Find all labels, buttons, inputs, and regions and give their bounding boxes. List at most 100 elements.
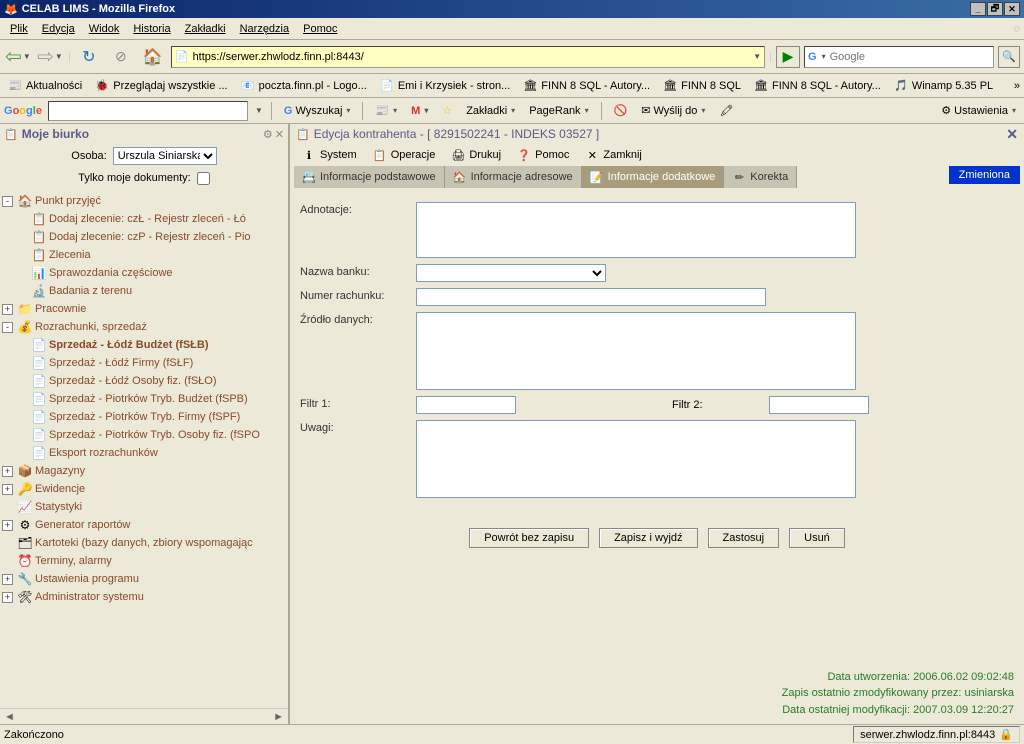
minimize-button[interactable]: _: [970, 2, 986, 16]
bookmark-item[interactable]: 📰Aktualności: [4, 76, 85, 96]
content-menu-item[interactable]: ✕Zamknij: [579, 146, 648, 164]
close-button[interactable]: ✕: [1004, 2, 1020, 16]
tree-toggle-icon[interactable]: +: [2, 592, 13, 603]
adnotacje-textarea[interactable]: [416, 202, 856, 258]
bookmark-item[interactable]: 🎵Winamp 5.35 PL: [890, 76, 996, 96]
tree-node[interactable]: +🔧Ustawienia programu: [2, 570, 286, 588]
bookmark-item[interactable]: 🐞Przeglądaj wszystkie ...: [91, 76, 230, 96]
url-bar[interactable]: 📄 ▼: [171, 46, 765, 68]
usun-button[interactable]: Usuń: [789, 528, 845, 548]
g-mail-icon[interactable]: M▾: [407, 103, 432, 119]
menu-zakladki[interactable]: Zakładki: [179, 21, 232, 37]
tree-node[interactable]: 📋Dodaj zlecenie: czŁ - Rejestr zleceń - …: [2, 210, 286, 228]
g-news-icon[interactable]: 📰▾: [371, 102, 401, 119]
tree-node[interactable]: 📋Zlecenia: [2, 246, 286, 264]
menu-historia[interactable]: Historia: [127, 21, 176, 37]
tree-node[interactable]: 📄Sprzedaż - Łódź Budżet (fSŁB): [2, 336, 286, 354]
tab-korekta[interactable]: ✏Korekta: [724, 166, 797, 188]
bookmark-item[interactable]: 🏛FINN 8 SQL - Autory...: [519, 76, 653, 96]
tree-node[interactable]: +🔑Ewidencje: [2, 480, 286, 498]
tree-node[interactable]: +📦Magazyny: [2, 462, 286, 480]
tree-toggle-icon[interactable]: +: [2, 520, 13, 531]
g-star-icon[interactable]: ☆: [438, 102, 456, 119]
home-button[interactable]: 🏠: [139, 43, 167, 71]
forward-button[interactable]: ⇨▼: [36, 43, 64, 71]
tree-scroll[interactable]: ◄►: [0, 708, 288, 724]
search-box[interactable]: G▾: [804, 46, 994, 68]
url-input[interactable]: [193, 51, 749, 63]
menu-plik[interactable]: Plik: [4, 21, 34, 37]
g-block-icon[interactable]: 🚫: [610, 102, 632, 119]
filtr1-input[interactable]: [416, 396, 516, 414]
tree-node[interactable]: 📄Sprzedaż - Piotrków Tryb. Osoby fiz. (f…: [2, 426, 286, 444]
content-menu-item[interactable]: ℹSystem: [296, 146, 363, 164]
tree-node[interactable]: 📄Eksport rozrachunków: [2, 444, 286, 462]
tree-node[interactable]: 📊Sprawozdania częściowe: [2, 264, 286, 282]
g-wyszukaj[interactable]: GWyszukaj▾: [280, 103, 355, 119]
menu-edycja[interactable]: Edycja: [36, 21, 81, 37]
g-zakladki[interactable]: Zakładki▾: [462, 103, 519, 119]
tab-podstawowe[interactable]: 📇Informacje podstawowe: [294, 166, 445, 188]
tree-toggle-icon[interactable]: -: [2, 322, 13, 333]
tree-node[interactable]: 📈Statystyki: [2, 498, 286, 516]
search-engine-icon[interactable]: G: [808, 51, 817, 63]
search-input[interactable]: [830, 51, 990, 63]
powrot-button[interactable]: Powrót bez zapisu: [469, 528, 589, 548]
sidebar-close-icon[interactable]: ✕: [275, 128, 284, 141]
tree-node[interactable]: 📄Sprzedaż - Piotrków Tryb. Firmy (fSPF): [2, 408, 286, 426]
tree-toggle-icon[interactable]: +: [2, 466, 13, 477]
uwagi-textarea[interactable]: [416, 420, 856, 498]
google-search-input[interactable]: [48, 101, 248, 121]
tree-toggle-icon[interactable]: +: [2, 574, 13, 585]
tree-node[interactable]: 📄Sprzedaż - Piotrków Tryb. Budżet (fSPB): [2, 390, 286, 408]
restore-button[interactable]: 🗗: [987, 2, 1003, 16]
content-menu-item[interactable]: 🖨Drukuj: [445, 146, 507, 164]
tree-node[interactable]: +⚙Generator raportów: [2, 516, 286, 534]
tree-toggle-icon[interactable]: +: [2, 484, 13, 495]
tree-toggle-icon[interactable]: -: [2, 196, 13, 207]
numer-input[interactable]: [416, 288, 766, 306]
tree-node[interactable]: 📄Sprzedaż - Łódź Osoby fiz. (fSŁO): [2, 372, 286, 390]
tree-node[interactable]: +📁Pracownie: [2, 300, 286, 318]
stop-button[interactable]: ⊘: [107, 43, 135, 71]
bookmark-item[interactable]: 📄Emi i Krzysiek - stron...: [376, 76, 513, 96]
zrodlo-textarea[interactable]: [416, 312, 856, 390]
tab-dodatkowe[interactable]: 📝Informacje dodatkowe: [582, 166, 725, 188]
bm-overflow[interactable]: »: [1014, 80, 1020, 92]
osoba-select[interactable]: Urszula Siniarska: [113, 147, 217, 165]
g-highlight-icon[interactable]: 🖍: [715, 102, 737, 119]
tree-node[interactable]: -💰Rozrachunki, sprzedaż: [2, 318, 286, 336]
content-menu-item[interactable]: ❓Pomoc: [511, 146, 575, 164]
reload-button[interactable]: ↻: [75, 43, 103, 71]
content-menu-item[interactable]: 📋Operacje: [367, 146, 442, 164]
tree-node[interactable]: 🔬Badania z terenu: [2, 282, 286, 300]
tree-node[interactable]: 📄Sprzedaż - Łódź Firmy (fSŁF): [2, 354, 286, 372]
zastosuj-button[interactable]: Zastosuj: [708, 528, 780, 548]
tylko-moje-checkbox[interactable]: [197, 172, 210, 185]
bookmark-item[interactable]: 🏛FINN 8 SQL - Autory...: [750, 76, 884, 96]
url-dropdown-icon[interactable]: ▼: [753, 52, 761, 61]
tree-node[interactable]: ⏰Terminy, alarmy: [2, 552, 286, 570]
g-pagerank[interactable]: PageRank▾: [525, 103, 592, 119]
menu-widok[interactable]: Widok: [83, 21, 126, 37]
menu-narzedzia[interactable]: Narzędzia: [234, 21, 296, 37]
zapisz-button[interactable]: Zapisz i wyjdź: [599, 528, 697, 548]
tree-node[interactable]: -🏠Punkt przyjęć: [2, 192, 286, 210]
search-button[interactable]: 🔍: [998, 46, 1020, 68]
bookmark-item[interactable]: 📧poczta.finn.pl - Logo...: [237, 76, 370, 96]
menu-pomoc[interactable]: Pomoc: [297, 21, 343, 37]
go-button[interactable]: ▶: [776, 46, 800, 68]
back-button[interactable]: ⇦▼: [4, 43, 32, 71]
tree-toggle-icon[interactable]: +: [2, 304, 13, 315]
tab-adresowe[interactable]: 🏠Informacje adresowe: [445, 166, 582, 188]
tree-node[interactable]: 🗂Kartoteki (bazy danych, zbiory wspomaga…: [2, 534, 286, 552]
g-ustawienia[interactable]: ⚙Ustawienia▾: [937, 102, 1020, 119]
bookmark-item[interactable]: 🏛FINN 8 SQL: [659, 76, 744, 96]
sidebar-tool-icon[interactable]: ⚙: [263, 128, 273, 141]
tree-node[interactable]: 📋Dodaj zlecenie: czP - Rejestr zleceń - …: [2, 228, 286, 246]
tree-node[interactable]: +🛠Administrator systemu: [2, 588, 286, 606]
filtr2-input[interactable]: [769, 396, 869, 414]
tree-view[interactable]: -🏠Punkt przyjęć📋Dodaj zlecenie: czŁ - Re…: [0, 188, 288, 708]
g-wyslij[interactable]: ✉Wyślij do▾: [637, 102, 709, 119]
content-close-icon[interactable]: ✕: [1006, 126, 1018, 143]
